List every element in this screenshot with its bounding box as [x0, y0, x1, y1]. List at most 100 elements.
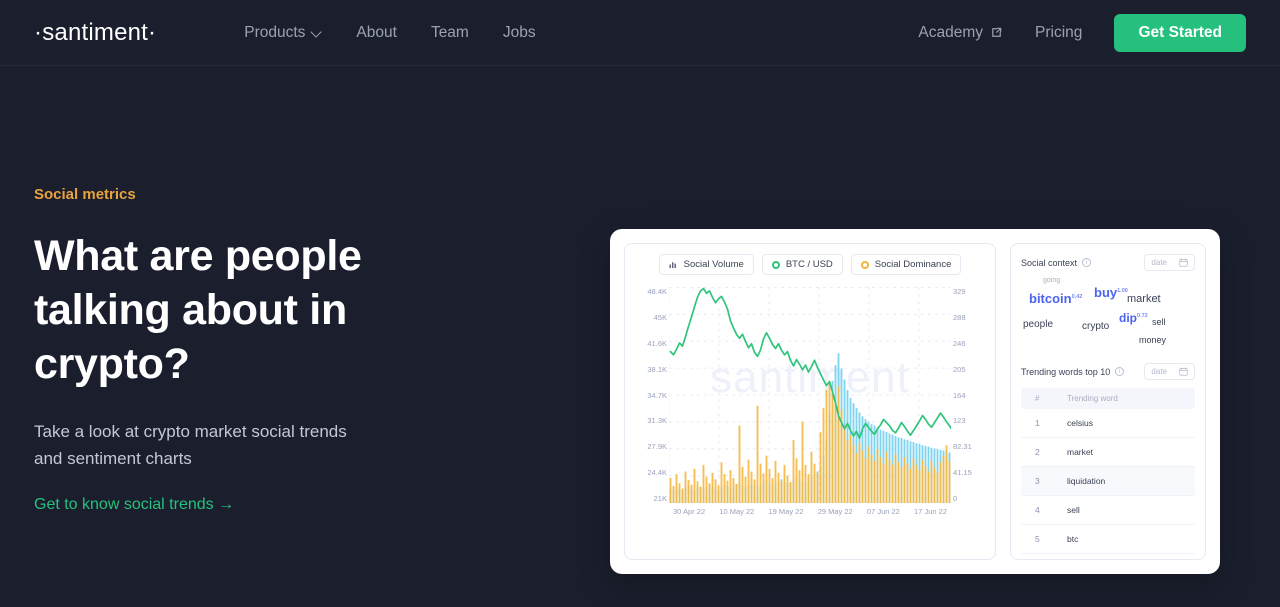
metric-chips: Social Volume BTC / USD Social Dominance: [633, 254, 987, 275]
trending-words-title: Trending words top 10 i: [1021, 366, 1125, 377]
table-row[interactable]: 1 celsius: [1021, 409, 1195, 438]
chip-social-dominance[interactable]: Social Dominance: [850, 254, 962, 275]
table-row[interactable]: 2 market: [1021, 437, 1195, 467]
cell-word: sell: [1055, 495, 1195, 525]
calendar-icon: [1179, 367, 1188, 376]
y-tick: 82.31: [953, 442, 972, 452]
calendar-icon: [1179, 258, 1188, 267]
y-tick: 48.4K: [647, 287, 667, 296]
y-tick: 24.4K: [647, 468, 667, 478]
date-label: date: [1151, 367, 1167, 376]
x-tick: 30 Apr 22: [673, 507, 706, 516]
chart-panel: Social Volume BTC / USD Social Dominance…: [624, 243, 996, 560]
word-cloud-item[interactable]: money: [1139, 335, 1166, 345]
date-picker-context[interactable]: date: [1144, 254, 1195, 271]
y-tick: 21K: [653, 494, 667, 503]
chart-body: 48.4K 45K 41.6K 38.1K 34.7K 31.3K 27.9K …: [633, 287, 987, 527]
y-tick: 205: [953, 364, 966, 374]
word-cloud-item[interactable]: people: [1023, 319, 1053, 330]
y-axis-left: 48.4K 45K 41.6K 38.1K 34.7K 31.3K 27.9K …: [633, 287, 667, 503]
y-tick: 246: [953, 338, 966, 348]
page-title: What are people talking about in crypto?: [34, 232, 362, 389]
word-cloud: going bitcoin0.42 buy1.00 market people crypt…: [1021, 277, 1195, 357]
cell-rank: 4: [1021, 495, 1055, 525]
x-tick: 17 Jun 22: [914, 507, 947, 516]
cell-word: celsius: [1055, 409, 1195, 438]
y-tick: 329: [953, 287, 966, 296]
column-word: Trending word: [1055, 388, 1195, 409]
word-cloud-item[interactable]: going: [1043, 277, 1060, 284]
header-actions: Academy Pricing Get Started: [918, 13, 1246, 52]
x-tick: 29 May 22: [817, 507, 853, 516]
nav-label: Products: [244, 23, 306, 41]
info-icon[interactable]: i: [1082, 258, 1092, 267]
y-tick: 34.7K: [647, 390, 667, 400]
y-tick: 38.1K: [647, 364, 667, 374]
table-body: 1 celsius 2 market 3 liquidation 4 sell 5 btc: [1021, 409, 1195, 554]
cell-word: liquidation: [1055, 466, 1195, 496]
insights-panel: Social context i date going bitcoin0.42 bu…: [1010, 243, 1206, 560]
chip-social-volume[interactable]: Social Volume: [658, 254, 754, 275]
hero-subtitle: Take a look at crypto market social tren…: [34, 421, 347, 468]
bar-chart-icon: [669, 260, 678, 269]
y-tick: 45K: [653, 312, 667, 322]
title-text: Trending words top 10: [1021, 366, 1111, 377]
chart-svg[interactable]: [669, 287, 951, 503]
column-rank: #: [1021, 388, 1055, 409]
social-context-title: Social context i: [1021, 257, 1092, 268]
y-tick: 0: [953, 494, 958, 503]
info-icon[interactable]: i: [1115, 367, 1125, 376]
word-cloud-item[interactable]: sell: [1152, 317, 1166, 327]
word-score: 0.72: [1137, 313, 1148, 319]
nav-item-pricing[interactable]: Pricing: [1035, 24, 1082, 42]
external-link-icon: [990, 26, 1003, 39]
cell-word: btc: [1055, 524, 1195, 554]
social-context-header: Social context i date: [1021, 254, 1195, 271]
ring-dot-icon: [771, 260, 780, 269]
y-tick: 27.9K: [647, 442, 667, 452]
cell-word: market: [1055, 437, 1195, 467]
word-cloud-item[interactable]: crypto: [1082, 321, 1109, 332]
cell-rank: 1: [1021, 409, 1055, 438]
y-axis-right: 329 288 246 205 164 123 82.31 41.15 0: [953, 287, 987, 503]
x-axis: 30 Apr 22 10 May 22 19 May 22 29 May 22 …: [669, 507, 951, 516]
social-trends-link[interactable]: Get to know social trends →: [34, 496, 234, 514]
nav-label: Academy: [918, 23, 984, 41]
nav-item-products[interactable]: Products: [244, 24, 322, 42]
get-started-button[interactable]: Get Started: [1114, 13, 1246, 52]
site-logo[interactable]: ·santiment·: [34, 19, 156, 47]
chip-btc-usd[interactable]: BTC / USD: [761, 254, 843, 275]
table-header-row: # Trending word: [1021, 388, 1195, 409]
x-tick: 07 Jun 22: [866, 507, 900, 516]
word-cloud-item[interactable]: market: [1127, 293, 1161, 305]
nav-item-academy[interactable]: Academy: [918, 24, 1003, 42]
y-tick: 41.15: [953, 468, 972, 478]
x-tick: 19 May 22: [768, 507, 804, 516]
y-tick: 31.3K: [647, 416, 667, 426]
chevron-down-icon: [312, 27, 322, 37]
trending-words-table: # Trending word 1 celsius 2 market 3 liquidat…: [1021, 388, 1195, 554]
table-row[interactable]: 5 btc: [1021, 524, 1195, 554]
nav-item-jobs[interactable]: Jobs: [503, 24, 536, 42]
word-cloud-item[interactable]: buy1.00: [1094, 285, 1128, 300]
table-row[interactable]: 3 liquidation: [1021, 466, 1195, 496]
hero-eyebrow: Social metrics: [34, 186, 136, 203]
y-tick: 164: [953, 390, 966, 400]
word-score: 0.42: [1071, 293, 1083, 300]
word-cloud-item[interactable]: dip0.72: [1119, 311, 1148, 325]
chip-label: Social Dominance: [874, 259, 952, 270]
chip-label: Social Volume: [683, 259, 744, 270]
date-picker-trending[interactable]: date: [1144, 363, 1195, 380]
main-navigation: Products About Team Jobs: [244, 24, 535, 42]
x-tick: 10 May 22: [719, 507, 755, 516]
nav-item-about[interactable]: About: [356, 24, 397, 42]
title-text: Social context: [1021, 257, 1078, 268]
trending-words-header: Trending words top 10 i date: [1021, 363, 1195, 380]
y-tick: 41.6K: [647, 338, 667, 348]
date-label: date: [1151, 258, 1167, 267]
cell-rank: 2: [1021, 437, 1055, 467]
word-cloud-item[interactable]: bitcoin0.42: [1029, 291, 1082, 306]
product-preview-card: Social Volume BTC / USD Social Dominance…: [610, 229, 1220, 574]
table-row[interactable]: 4 sell: [1021, 495, 1195, 525]
nav-item-team[interactable]: Team: [431, 24, 469, 42]
